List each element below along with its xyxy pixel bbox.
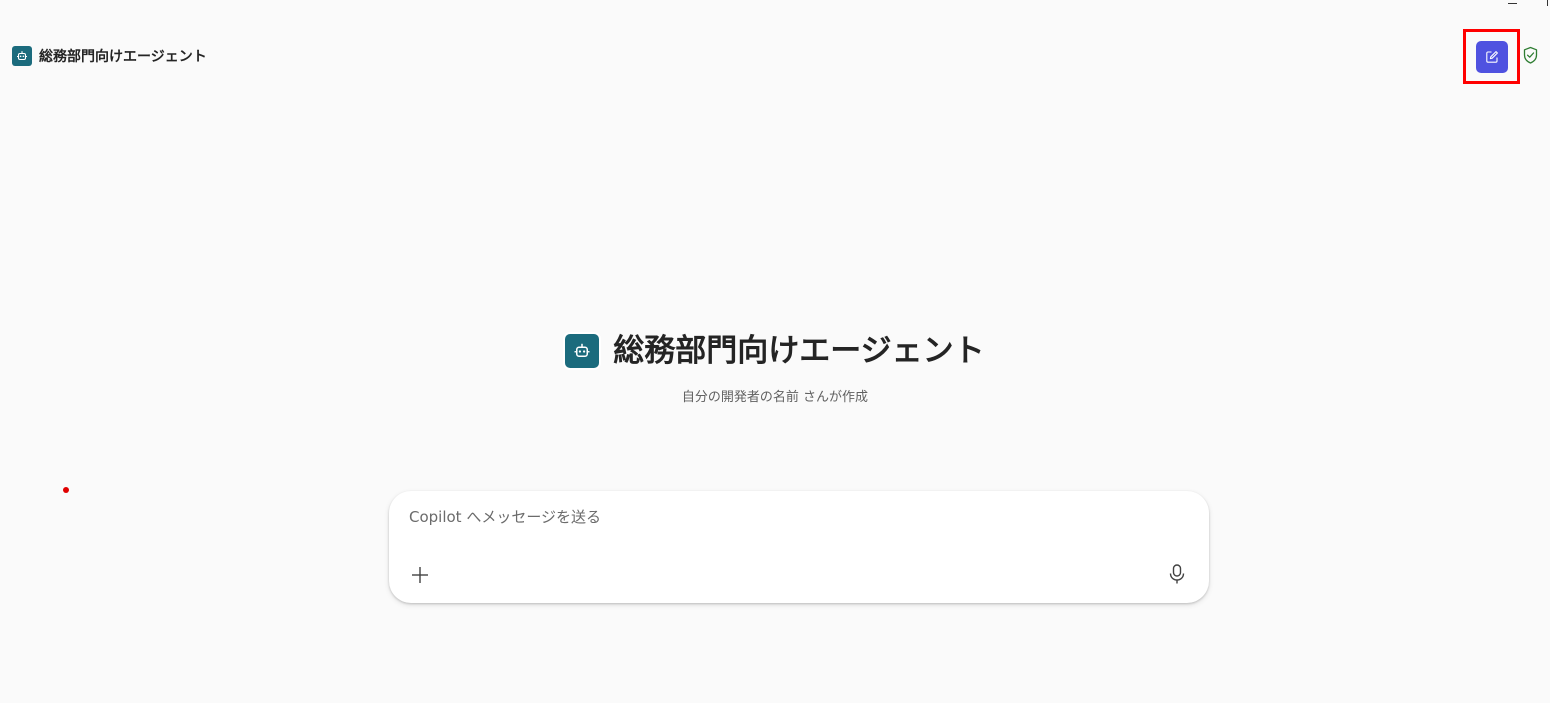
message-input[interactable] <box>409 508 1169 526</box>
shield-check-icon <box>1523 46 1538 64</box>
minimize-icon[interactable] <box>1508 3 1517 4</box>
app-header: 総務部門向けエージェント <box>12 45 207 67</box>
agent-hero: 総務部門向けエージェント 自分の開発者の名前 さんが作成 <box>0 330 1550 405</box>
bot-icon <box>12 46 32 66</box>
message-composer <box>389 491 1209 603</box>
window-edge <box>1547 0 1548 6</box>
bot-icon <box>565 334 600 368</box>
window-controls <box>1490 0 1550 8</box>
cursor-marker-dot <box>63 487 69 493</box>
agent-title: 総務部門向けエージェント <box>613 333 985 369</box>
header-title: 総務部門向けエージェント <box>39 49 207 65</box>
microphone-icon[interactable] <box>1167 563 1187 585</box>
new-chat-button[interactable] <box>1475 40 1508 73</box>
new-chat-icon <box>1485 50 1498 63</box>
agent-creator-text: 自分の開発者の名前 さんが作成 <box>681 390 869 405</box>
new-chat-highlight <box>1463 29 1520 84</box>
plus-icon[interactable] <box>410 565 430 585</box>
